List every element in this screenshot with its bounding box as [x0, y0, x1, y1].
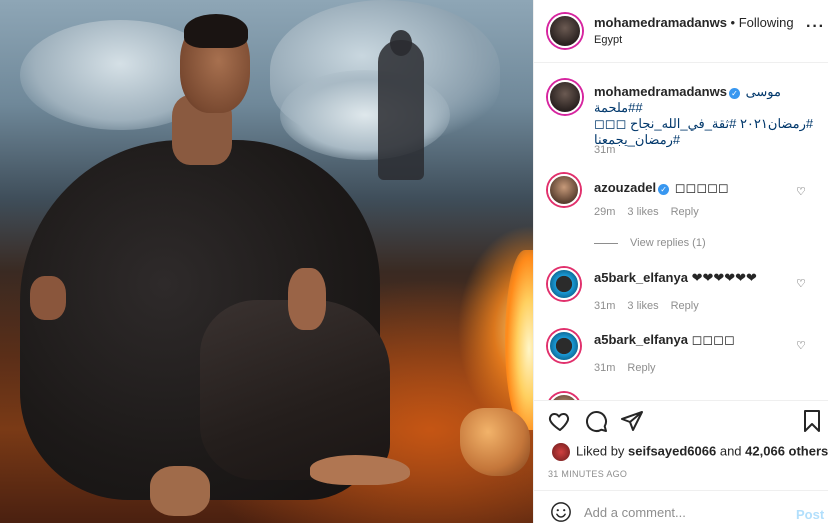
comment-text: azouzadel ✓ ◻◻◻◻◻ — [594, 180, 729, 196]
comment-like-heart-icon[interactable]: ♡ — [796, 186, 808, 198]
caption-avatar[interactable] — [548, 80, 582, 114]
caption-time: 31m — [594, 144, 616, 156]
location-link[interactable]: Egypt — [594, 34, 622, 46]
commenter-avatar[interactable] — [548, 174, 580, 206]
follow-separator: • — [726, 15, 739, 30]
comment-body: ◻◻◻◻ — [691, 332, 735, 347]
reply-button[interactable]: Reply — [627, 362, 655, 374]
comment-meta: 31m Reply — [594, 362, 668, 374]
man-foot — [310, 455, 410, 485]
verified-badge-icon: ✓ — [728, 88, 740, 99]
comments-list[interactable]: mohamedramadanws ✓ موسى #ملحمة# #رمضان٢٠٢… — [534, 63, 828, 401]
comment-meta: 31m 3 likes Reply — [594, 300, 711, 312]
man-hand — [30, 276, 66, 320]
likes-prefix: Liked by — [576, 443, 629, 459]
add-comment-input[interactable] — [584, 505, 784, 520]
like-heart-icon[interactable] — [548, 409, 572, 433]
replies-divider — [594, 242, 618, 244]
comment-bubble-icon[interactable] — [584, 409, 608, 433]
comment-like-heart-icon[interactable]: ♡ — [796, 340, 808, 352]
commenter-avatar[interactable] — [548, 330, 580, 362]
commenter-avatar[interactable] — [548, 268, 580, 300]
man-hand — [288, 268, 326, 330]
man-foot — [150, 466, 210, 516]
add-comment-bar: Post — [534, 490, 828, 523]
author-line: mohamedramadanws • Following — [594, 15, 794, 30]
comment-body: ◻◻◻◻◻ — [674, 180, 729, 195]
caption-text: mohamedramadanws ✓ موسى #ملحمة# #رمضان٢٠٢… — [594, 84, 816, 148]
reply-button[interactable]: Reply — [671, 300, 699, 312]
liker-avatar[interactable] — [552, 443, 570, 461]
likes-others[interactable]: 42,066 others — [745, 443, 828, 458]
post-comment-button[interactable]: Post — [796, 507, 824, 522]
man-hair — [184, 14, 248, 48]
comment-text: a5bark_elfanya ◻◻◻◻ — [594, 332, 735, 348]
emoji-smile-icon[interactable] — [550, 501, 572, 523]
caption-line-3[interactable]: #رمضان_يجمعنا — [594, 132, 816, 148]
comment-likes[interactable]: 3 likes — [627, 300, 658, 312]
author-username[interactable]: mohamedramadanws — [594, 15, 727, 30]
liked-by-user[interactable]: seifsayed6066 — [628, 443, 716, 458]
likes-summary: Liked by seifsayed6066 and 42,066 others — [552, 443, 828, 461]
more-horizontal-icon[interactable]: ··· — [806, 19, 824, 36]
comment-time: 31m — [594, 300, 616, 312]
comment-meta: 29m 3 likes Reply — [594, 206, 711, 218]
save-bookmark-icon[interactable] — [800, 409, 824, 433]
comment-username[interactable]: a5bark_elfanya — [594, 270, 688, 285]
verified-badge-icon: ✓ — [658, 184, 670, 195]
post-actions: Liked by seifsayed6066 and 42,066 others… — [534, 400, 828, 500]
comment-time: 29m — [594, 206, 616, 218]
view-replies-button[interactable]: View replies (1) — [594, 237, 706, 249]
post-side-panel: mohamedramadanws • Following Egypt ··· m… — [533, 0, 828, 523]
comment-likes[interactable]: 3 likes — [627, 206, 658, 218]
comment-username[interactable]: azouzadel — [594, 180, 656, 195]
share-paper-plane-icon[interactable] — [620, 409, 644, 433]
author-avatar[interactable] — [548, 14, 582, 48]
shadow-figure — [378, 40, 424, 180]
following-button[interactable]: Following — [739, 15, 794, 30]
view-replies-label: View replies (1) — [630, 237, 706, 249]
comment-text: a5bark_elfanya ❤❤❤❤❤❤ — [594, 270, 757, 286]
post-photo[interactable] — [0, 0, 533, 523]
post-header: mohamedramadanws • Following Egypt ··· — [534, 0, 828, 63]
background-rock — [280, 70, 450, 160]
reply-button[interactable]: Reply — [671, 206, 699, 218]
comment-username[interactable]: a5bark_elfanya — [594, 332, 688, 347]
likes-mid: and — [716, 443, 746, 459]
lit-stone — [460, 408, 530, 476]
caption-line-2[interactable]: #رمضان٢٠٢١ #ثقة_في_الله_نجاح ◻◻◻ — [594, 116, 816, 132]
comment-like-heart-icon[interactable]: ♡ — [796, 278, 808, 290]
caption-username[interactable]: mohamedramadanws — [594, 84, 727, 99]
post-timestamp[interactable]: 31 MINUTES AGO — [548, 469, 627, 479]
comment-time: 31m — [594, 362, 616, 374]
comment-body: ❤❤❤❤❤❤ — [691, 270, 757, 285]
